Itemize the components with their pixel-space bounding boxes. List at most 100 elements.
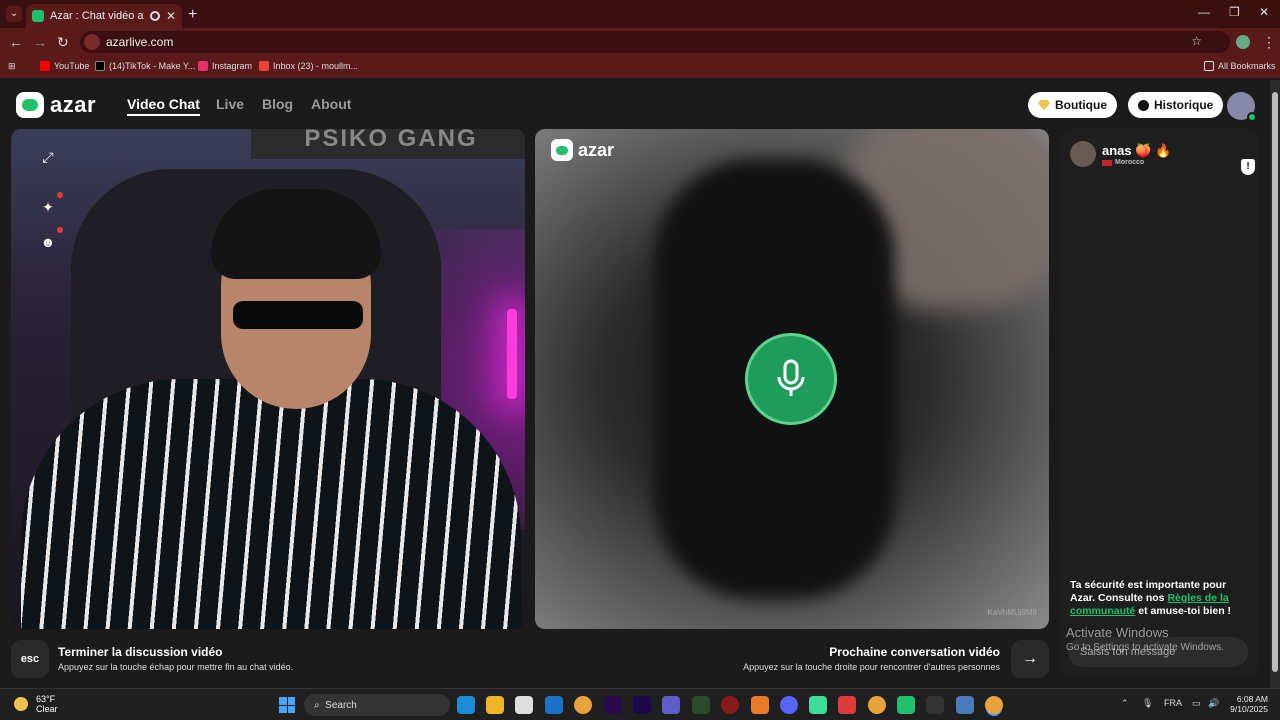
date: 9/10/2025 [1230, 704, 1268, 714]
app-icon[interactable] [692, 696, 710, 714]
bookmark-star-icon[interactable]: ☆ [1191, 34, 1202, 48]
opera-icon[interactable] [838, 696, 856, 714]
bookmark-instagram[interactable]: Instagram [198, 61, 252, 71]
activate-title: Activate Windows [1066, 625, 1169, 640]
tab-close-icon[interactable]: ✕ [166, 9, 176, 23]
forward-button[interactable]: → [33, 34, 47, 50]
next-chat-subtitle: Appuyez sur la touche droite pour rencon… [743, 662, 1000, 672]
historique-label: Historique [1154, 98, 1214, 112]
minimize-button[interactable]: — [1198, 5, 1210, 19]
user-avatar[interactable] [1227, 92, 1257, 122]
taskbar-search[interactable]: ⌕ Search [304, 694, 450, 716]
vlc-icon[interactable] [751, 696, 769, 714]
youtube-icon [40, 61, 50, 71]
face-icon[interactable]: ☻ [37, 227, 63, 253]
bookmark-label: YouTube [54, 61, 90, 71]
store-icon[interactable] [515, 696, 533, 714]
back-button[interactable]: ← [9, 34, 23, 50]
activate-subtitle: Go to Settings to activate Windows. [1066, 642, 1224, 653]
browser-tab[interactable]: Azar : Chat vidéo avec de n ✕ [26, 4, 182, 28]
microphone-button[interactable] [745, 333, 837, 425]
bookmark-tiktok[interactable]: (14)TikTok - Make Y... [95, 61, 195, 71]
app-icon[interactable] [721, 696, 739, 714]
address-bar-row: ← → ↻ azarlive.com ☆ ⋮ [0, 28, 1280, 56]
profile-avatar[interactable] [1236, 35, 1250, 49]
tray-overflow-icon[interactable]: ⌃ [1121, 698, 1129, 709]
next-chat-button[interactable]: → [1011, 640, 1049, 678]
country-label: Morocco [1115, 159, 1145, 166]
azar-watermark: azar [551, 139, 614, 161]
watermark-text: azar [578, 139, 615, 160]
partner-country: Morocco [1102, 159, 1144, 166]
network-icon[interactable]: ▭ [1192, 698, 1201, 709]
volume-icon[interactable]: 🔊 [1208, 698, 1219, 709]
maximize-button[interactable]: ❐ [1229, 5, 1240, 19]
after-effects-icon[interactable] [633, 696, 651, 714]
premiere-icon[interactable] [604, 696, 622, 714]
nav-live[interactable]: Live [216, 96, 244, 112]
new-tab-button[interactable]: + [188, 6, 197, 24]
boutique-button[interactable]: Boutique [1028, 92, 1117, 118]
site-info-icon[interactable] [84, 34, 100, 50]
nav-blog[interactable]: Blog [262, 96, 293, 112]
chat-panel: anas 🍑 🔥 Morocco ! Ta sécurité est impor… [1060, 129, 1258, 677]
wall-banner: PSIKO GANG [251, 129, 525, 159]
app-icon[interactable] [897, 696, 915, 714]
mic-tray-icon[interactable]: 🎙 [1142, 698, 1153, 709]
azar-logo[interactable]: azar [16, 92, 96, 118]
gem-icon [1038, 100, 1050, 110]
teams-icon[interactable] [662, 696, 680, 714]
discord-icon[interactable] [780, 696, 798, 714]
instagram-icon [198, 61, 208, 71]
all-bookmarks[interactable]: All Bookmarks [1204, 61, 1276, 71]
azar-logo-icon [551, 139, 573, 161]
temperature: 63°F [36, 694, 56, 704]
language-indicator[interactable]: FRA [1164, 698, 1182, 708]
edge-icon[interactable] [457, 696, 475, 714]
safety-text-end: et amuse-toi bien ! [1135, 605, 1232, 617]
outlook-icon[interactable] [545, 696, 563, 714]
sunglasses [233, 301, 363, 329]
file-explorer-icon[interactable] [486, 696, 504, 714]
nav-video-chat[interactable]: Video Chat [127, 96, 200, 116]
nav-about[interactable]: About [311, 96, 351, 112]
chrome-active-icon[interactable] [985, 696, 1003, 714]
clock[interactable]: 6:08 AM 9/10/2025 [1226, 694, 1268, 714]
scrollbar-thumb[interactable] [1272, 92, 1278, 672]
azar-logo-icon [16, 92, 44, 118]
azar-favicon-icon [32, 10, 44, 22]
capcut-icon[interactable] [926, 696, 944, 714]
boutique-label: Boutique [1055, 98, 1107, 112]
recording-icon [149, 11, 160, 21]
omnibox[interactable]: azarlive.com ☆ [80, 31, 1230, 53]
tab-search-button[interactable]: ⌄ [6, 6, 22, 22]
start-button[interactable] [279, 697, 295, 713]
weather-widget[interactable]: 63°F Clear [14, 694, 58, 714]
bookmark-youtube[interactable]: YouTube [40, 61, 89, 71]
expand-icon[interactable]: ⤢ [37, 146, 59, 168]
app-icon[interactable] [809, 696, 827, 714]
reload-button[interactable]: ↻ [57, 34, 69, 51]
browser-menu-icon[interactable]: ⋮ [1262, 34, 1276, 51]
sparkle-icon[interactable]: ✦ [37, 192, 63, 218]
partner-avatar[interactable] [1070, 141, 1096, 167]
close-window-button[interactable]: ✕ [1259, 5, 1269, 19]
url-text: azarlive.com [106, 35, 174, 49]
report-shield-icon[interactable]: ! [1241, 159, 1255, 175]
morocco-flag-icon [1102, 159, 1112, 166]
search-label: Search [325, 699, 357, 711]
app-icon[interactable] [956, 696, 974, 714]
chrome-icon[interactable] [574, 696, 592, 714]
bookmark-label: Inbox (23) - moullm... [273, 61, 359, 71]
browser-titlebar: ⌄ Azar : Chat vidéo avec de n ✕ + — ❐ ✕ [0, 0, 1280, 28]
azar-page: azar Video Chat Live Blog About Boutique… [0, 80, 1270, 688]
weather-condition: Clear [36, 704, 58, 714]
page-scrollbar[interactable] [1270, 80, 1280, 688]
all-bookmarks-label: All Bookmarks [1218, 61, 1276, 71]
esc-key-button[interactable]: esc [11, 640, 49, 678]
bookmark-gmail[interactable]: Inbox (23) - moullm... [259, 61, 358, 71]
online-dot [1247, 112, 1257, 122]
historique-button[interactable]: Historique [1128, 92, 1224, 118]
chrome-icon[interactable] [868, 696, 886, 714]
apps-grid-icon[interactable]: ⊞ [8, 61, 16, 72]
